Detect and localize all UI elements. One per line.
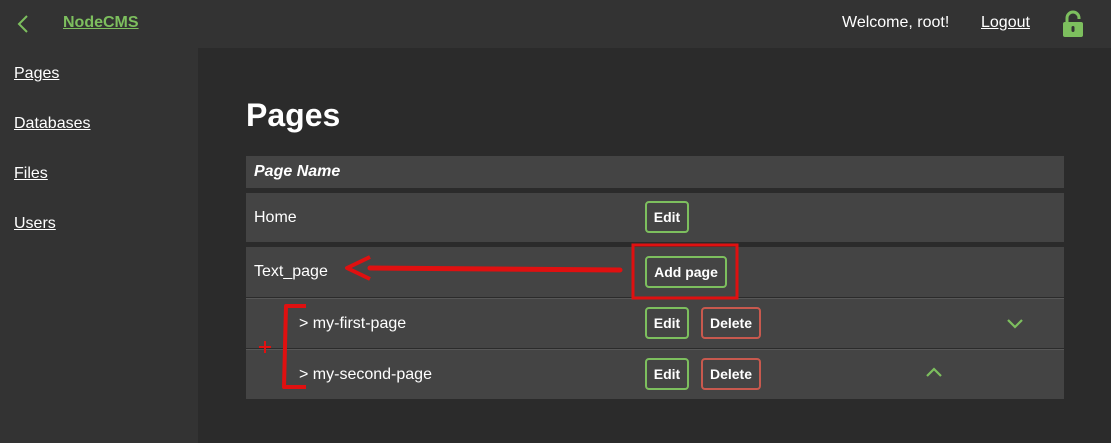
chevron-up-icon[interactable] bbox=[924, 365, 944, 379]
table-row: > my-first-page Edit Delete bbox=[246, 298, 1064, 348]
logout-link[interactable]: Logout bbox=[981, 14, 1030, 32]
table-row: Home Edit bbox=[246, 193, 1064, 242]
sidebar-item-users[interactable]: Users bbox=[14, 215, 56, 233]
top-bar: NodeCMS Welcome, root! Logout bbox=[0, 0, 1111, 48]
sidebar-item-databases[interactable]: Databases bbox=[14, 115, 91, 133]
chevron-left-icon[interactable] bbox=[14, 12, 34, 36]
sidebar-item-pages[interactable]: Pages bbox=[14, 65, 59, 83]
delete-button[interactable]: Delete bbox=[701, 307, 761, 339]
welcome-text: Welcome, root! bbox=[842, 14, 950, 31]
unlock-icon[interactable] bbox=[1062, 10, 1084, 38]
page-name: Text_page bbox=[254, 263, 328, 280]
add-page-button[interactable]: Add page bbox=[645, 256, 727, 288]
sidebar bbox=[0, 48, 198, 443]
edit-button[interactable]: Edit bbox=[645, 201, 689, 233]
table-row: > my-second-page Edit Delete bbox=[246, 349, 1064, 399]
table-row: Text_page Add page bbox=[246, 247, 1064, 297]
page-name: > my-second-page bbox=[299, 366, 432, 383]
edit-button[interactable]: Edit bbox=[645, 307, 689, 339]
brand-link[interactable]: NodeCMS bbox=[63, 14, 139, 32]
page-name: > my-first-page bbox=[299, 315, 407, 332]
sidebar-item-files[interactable]: Files bbox=[14, 165, 48, 183]
table-header: Page Name bbox=[246, 156, 1064, 188]
column-header-page-name: Page Name bbox=[254, 163, 341, 180]
delete-button[interactable]: Delete bbox=[701, 358, 761, 390]
edit-button[interactable]: Edit bbox=[645, 358, 689, 390]
chevron-down-icon[interactable] bbox=[1005, 316, 1025, 330]
page-title: Pages bbox=[246, 97, 341, 133]
page-name: Home bbox=[254, 209, 297, 226]
